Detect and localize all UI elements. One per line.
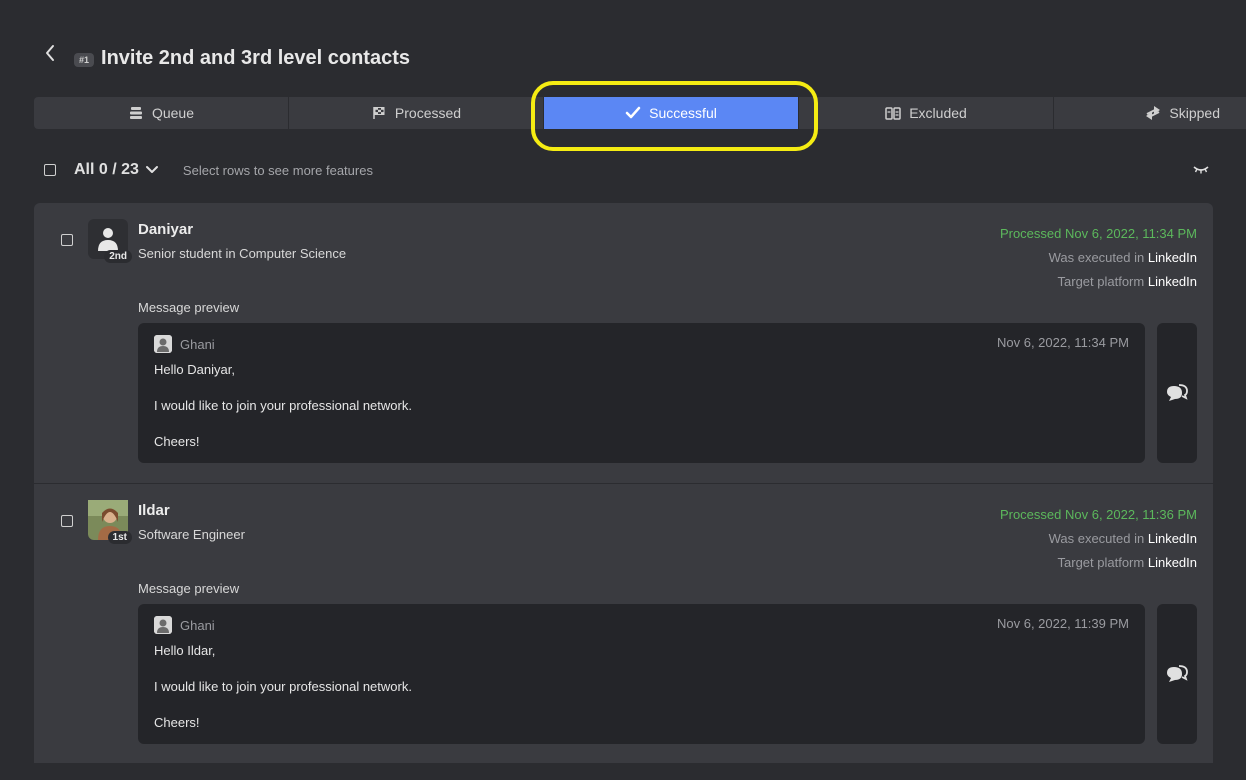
executed-platform: LinkedIn [1147,531,1197,546]
campaign-number-badge: #1 [74,52,95,67]
row-checkbox[interactable] [61,515,73,527]
chevron-down-icon [145,166,158,173]
tab-excluded[interactable]: Excluded [799,97,1054,129]
target-label: Target platform [1057,555,1145,570]
check-icon [625,105,641,121]
chevron-left-icon [46,45,54,61]
executed-label: Was executed in [1048,250,1145,265]
tab-successful-label: Successful [649,105,717,121]
executed-platform: LinkedIn [1147,250,1197,265]
connection-degree-badge: 1st [107,531,132,544]
chat-bubbles-icon [1167,384,1188,401]
status-tabs: Queue Processed Successful Excluded Skip… [34,97,1246,129]
target-platform: LinkedIn [1147,274,1197,289]
connection-degree-badge: 2nd [104,250,132,263]
message-closing: Cheers! [154,434,200,449]
message-body: I would like to join your professional n… [154,398,412,413]
executed-label: Was executed in [1048,531,1145,546]
contact-headline: Software Engineer [138,527,245,542]
message-greeting: Hello Ildar, [154,643,216,658]
back-button[interactable] [40,42,60,64]
contact-list: 2nd Daniyar Senior student in Computer S… [34,203,1213,763]
avatar[interactable]: 1st [88,500,132,544]
sender-name: Ghani [180,617,215,633]
tab-skipped-label: Skipped [1169,105,1220,121]
selection-bar: All 0 / 23 Select rows to see more featu… [44,160,1210,180]
message-time: Nov 6, 2022, 11:39 PM [996,616,1129,631]
message-preview: Ghani Nov 6, 2022, 11:34 PM Hello Daniya… [138,323,1145,463]
tab-queue-label: Queue [151,105,195,121]
checkered-flag-icon [371,105,387,121]
skip-arrows-icon [1145,105,1161,121]
processed-timestamp: Processed Nov 6, 2022, 11:36 PM [999,507,1197,522]
sender-avatar [154,616,172,634]
contact-name[interactable]: Daniyar [138,221,193,238]
chat-bubbles-icon [1167,665,1188,682]
tab-skipped[interactable]: Skipped [1054,97,1246,129]
open-chat-button[interactable] [1157,604,1197,744]
tab-queue[interactable]: Queue [34,97,289,129]
row-checkbox[interactable] [61,234,73,246]
select-all-label: All 0 / 23 [74,161,139,178]
message-time: Nov 6, 2022, 11:34 PM [996,335,1129,350]
contact-name[interactable]: Ildar [138,502,170,519]
list-item: 1st Ildar Software Engineer Processed No… [34,484,1213,763]
row-meta: Processed Nov 6, 2022, 11:34 PM Was exec… [1000,222,1197,294]
sender-name: Ghani [180,336,215,352]
open-chat-button[interactable] [1157,323,1197,463]
target-platform: LinkedIn [1147,555,1197,570]
page-header: #1 Invite 2nd and 3rd level contacts [74,47,410,70]
list-item: 2nd Daniyar Senior student in Computer S… [34,203,1213,484]
hide-eye-icon[interactable] [1192,162,1210,176]
message-greeting: Hello Daniyar, [154,362,235,377]
tab-excluded-label: Excluded [909,105,967,121]
message-preview-label: Message preview [138,300,240,315]
excluded-icon [885,105,901,121]
contact-headline: Senior student in Computer Science [138,246,347,261]
message-closing: Cheers! [154,715,200,730]
tab-processed-label: Processed [394,105,462,121]
message-sender: Ghani [154,335,1129,353]
message-sender: Ghani [154,616,1129,634]
message-body: I would like to join your professional n… [154,679,412,694]
target-label: Target platform [1057,274,1145,289]
select-all-checkbox[interactable] [44,164,56,176]
select-all-dropdown[interactable]: All 0 / 23 [74,161,159,179]
stack-icon [128,105,144,121]
page-title: Invite 2nd and 3rd level contacts [101,47,410,69]
tab-successful[interactable]: Successful [544,97,799,129]
tab-processed[interactable]: Processed [289,97,544,129]
row-meta: Processed Nov 6, 2022, 11:36 PM Was exec… [1000,503,1197,575]
avatar[interactable]: 2nd [88,219,132,263]
message-preview: Ghani Nov 6, 2022, 11:39 PM Hello Ildar,… [138,604,1145,744]
message-preview-label: Message preview [138,581,240,596]
sender-avatar [154,335,172,353]
selection-hint: Select rows to see more features [182,162,373,178]
processed-timestamp: Processed Nov 6, 2022, 11:34 PM [999,226,1197,241]
